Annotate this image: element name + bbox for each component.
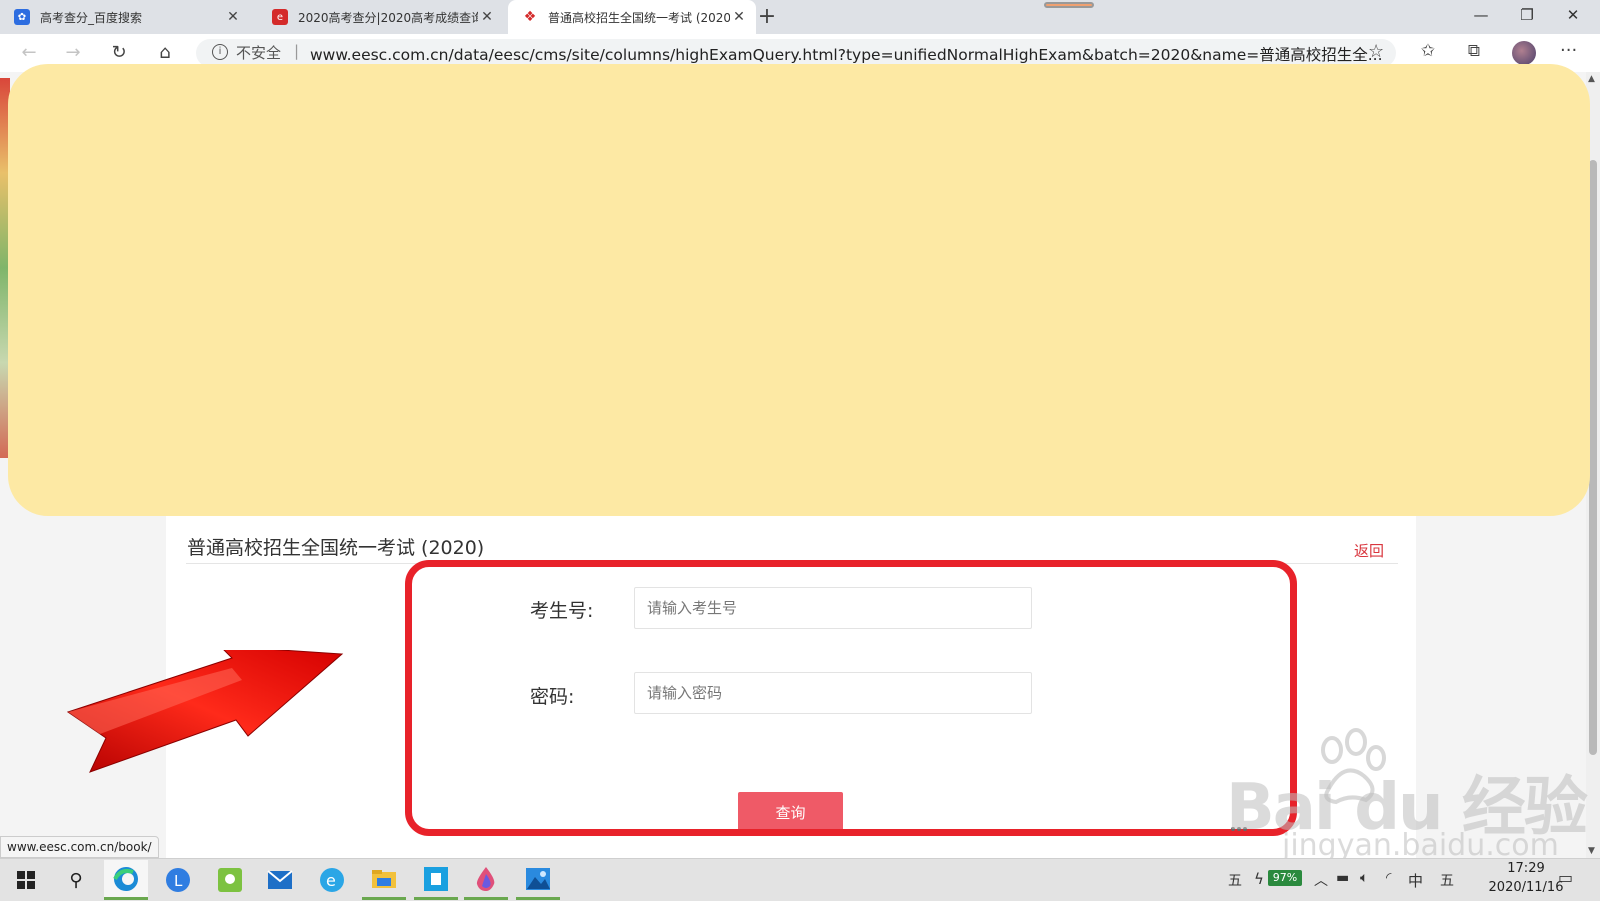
back-link[interactable]: 返回 — [1354, 540, 1384, 561]
drop-app-icon[interactable] — [464, 860, 508, 900]
svg-text:L: L — [174, 872, 183, 890]
ie-icon[interactable]: e — [310, 860, 354, 900]
scrollbar-thumb[interactable] — [1589, 160, 1597, 755]
baidu-paw-icon: ✿ — [14, 9, 30, 25]
highlight-box — [405, 560, 1297, 836]
scroll-down-icon[interactable]: ▼ — [1588, 846, 1595, 856]
charging-icon: ϟ — [1254, 870, 1264, 888]
battery-icon[interactable]: ▬ — [1336, 870, 1349, 886]
collections-icon[interactable]: ⧉ — [1462, 41, 1486, 61]
home-icon[interactable]: ⌂ — [152, 40, 178, 66]
battery-level[interactable]: 97% — [1268, 870, 1302, 886]
photos-icon[interactable] — [516, 860, 560, 900]
ime-indicator-right[interactable]: 五 — [1440, 870, 1454, 890]
ime-indicator-left[interactable]: 五 — [1228, 870, 1242, 890]
notification-icon[interactable]: ▭ — [1558, 868, 1573, 887]
green-app-icon[interactable] — [208, 860, 252, 900]
security-label[interactable]: 不安全 — [236, 42, 281, 63]
edge-icon[interactable] — [104, 860, 148, 900]
chevron-up-icon[interactable]: ︿ — [1314, 870, 1328, 890]
scroll-up-icon[interactable]: ▲ — [1588, 74, 1595, 84]
l-app-icon[interactable]: L — [156, 860, 200, 900]
favorites-icon[interactable]: ✩ — [1416, 41, 1440, 61]
folder-icon[interactable] — [362, 860, 406, 900]
refresh-icon[interactable]: ↻ — [106, 40, 132, 66]
tab-baidu-search[interactable]: ✿ 高考查分_百度搜索 ✕ — [0, 0, 250, 34]
mail-icon[interactable] — [258, 860, 302, 900]
profile-avatar[interactable] — [1512, 41, 1536, 65]
favorite-star-icon[interactable]: ☆ — [1368, 41, 1384, 62]
new-tab-button[interactable]: + — [754, 4, 780, 30]
site-logo-icon: e — [272, 9, 288, 25]
close-icon[interactable]: ✕ — [478, 9, 496, 25]
url-text[interactable]: www.eesc.com.cn/data/eesc/cms/site/colum… — [310, 43, 1383, 65]
restore-button[interactable]: ❐ — [1512, 6, 1542, 24]
close-icon[interactable]: ✕ — [224, 9, 242, 25]
eesc-logo-icon: ❖ — [523, 9, 537, 25]
tab-score-query[interactable]: e 2020高考查分|2020高考成绩查询 ✕ — [258, 0, 504, 34]
info-icon[interactable]: i — [212, 44, 228, 60]
forward-arrow-icon[interactable]: → — [60, 40, 86, 66]
status-url: www.eesc.com.cn/book/ — [0, 836, 159, 858]
close-icon[interactable]: ✕ — [730, 9, 748, 25]
ime-language[interactable]: 中 — [1408, 870, 1423, 891]
red-arrow-icon — [66, 650, 344, 773]
tab-title: 2020高考查分|2020高考成绩查询 — [298, 10, 478, 25]
tab-eesc-active[interactable]: ❖ 普通高校招生全国统一考试 (2020) ✕ — [508, 0, 756, 34]
blue-app-icon[interactable] — [414, 860, 458, 900]
volume-icon[interactable]: 🔈︎ — [1360, 870, 1368, 886]
minimize-button[interactable]: — — [1466, 6, 1496, 24]
page-title: 普通高校招生全国统一考试 (2020) — [187, 537, 485, 559]
search-icon[interactable]: ⚲ — [54, 860, 98, 900]
network-icon[interactable]: ◜ — [1386, 870, 1391, 886]
clock-time[interactable]: 17:29 — [1486, 861, 1566, 876]
more-menu-icon[interactable]: ··· — [1560, 40, 1577, 61]
tab-title: 普通高校招生全国统一考试 (2020) — [548, 10, 730, 25]
address-separator: | — [294, 42, 300, 60]
start-icon[interactable] — [4, 860, 48, 900]
redaction-overlay — [8, 64, 1590, 516]
close-window-button[interactable]: ✕ — [1558, 6, 1588, 24]
tab-title: 高考查分_百度搜索 — [40, 10, 143, 25]
back-arrow-icon[interactable]: ← — [16, 40, 42, 66]
svg-text:e: e — [326, 871, 336, 890]
window-grip[interactable] — [1044, 2, 1094, 8]
